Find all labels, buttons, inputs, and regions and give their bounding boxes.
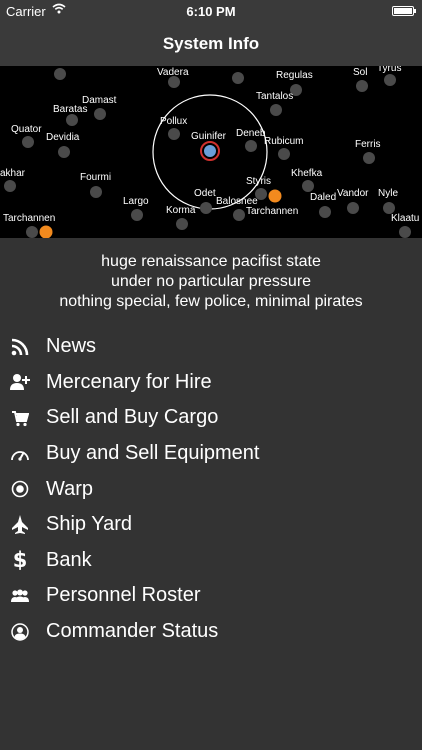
planet-dot: [200, 202, 212, 214]
menu-item-warp[interactable]: Warp: [0, 471, 422, 507]
system-label: Rubicum: [264, 136, 303, 147]
system-label: Deneb: [236, 128, 266, 139]
system-label: Ferris: [355, 139, 381, 150]
menu-item-news[interactable]: News: [0, 329, 422, 365]
system-label: Khefka: [291, 168, 323, 179]
system-label: Styris: [246, 176, 271, 187]
rss-icon: [10, 337, 30, 357]
cart-icon: [10, 408, 30, 428]
system-label: Vandor: [337, 188, 369, 199]
planet-dot: [278, 148, 290, 160]
menu-item-cargo[interactable]: Sell and Buy Cargo: [0, 400, 422, 436]
planet-dot: [94, 108, 106, 120]
system-label: Tarchannen: [246, 206, 298, 217]
menu-item-label: Buy and Sell Equipment: [46, 442, 260, 465]
battery-icon: [392, 6, 416, 16]
description-security-line: nothing special, few police, minimal pir…: [59, 293, 363, 310]
system-label: Regulas: [276, 70, 313, 81]
system-label: Daled: [310, 192, 336, 203]
system-label: Tarchannen: [3, 213, 55, 224]
planet-dot: [347, 202, 359, 214]
menu-item-label: Bank: [46, 548, 92, 571]
system-label: Klaatu: [391, 213, 419, 224]
system-label: Sol: [353, 67, 367, 78]
planet-dot: [58, 146, 70, 158]
system-label: Guinifer: [191, 131, 227, 142]
menu-item-equipment[interactable]: Buy and Sell Equipment: [0, 436, 422, 472]
planet-dot: [356, 80, 368, 92]
planet-dot: [245, 140, 257, 152]
menu-item-shipyard[interactable]: Ship Yard: [0, 507, 422, 543]
group-icon: [10, 586, 30, 606]
clock: 6:10 PM: [186, 4, 236, 19]
menu-item-label: Ship Yard: [46, 513, 132, 536]
menu-item-mercenary[interactable]: Mercenary for Hire: [0, 365, 422, 401]
dollar-icon: $: [12, 548, 28, 573]
system-label: Tantalos: [256, 91, 293, 102]
system-label: Fourmi: [80, 172, 111, 183]
system-menu: News Mercenary for Hire Sell and Buy Car…: [0, 329, 422, 649]
menu-item-label: Commander Status: [46, 620, 219, 643]
planet-dot: [131, 209, 143, 221]
system-label: Baratas: [53, 104, 87, 115]
galaxy-map[interactable]: Vadera Regulas Sol Tyrus Damast Baratas …: [0, 66, 422, 238]
menu-item-label: Personnel Roster: [46, 584, 201, 607]
planet-dot: [22, 136, 34, 148]
system-label: Largo: [123, 196, 149, 207]
planet-dot: [26, 226, 38, 238]
system-label: Odet: [194, 188, 216, 199]
planet-dot: [90, 186, 102, 198]
planet-dot: [233, 209, 245, 221]
planet-dot: [384, 74, 396, 86]
description-size-line: huge renaissance pacifist state: [101, 253, 321, 270]
menu-item-label: News: [46, 335, 97, 358]
planet-dot: [232, 72, 244, 84]
planet-dot: [66, 114, 78, 126]
planet-dot: [54, 68, 66, 80]
menu-item-bank[interactable]: $ Bank: [0, 543, 422, 579]
description-pressure-line: under no particular pressure: [110, 273, 312, 290]
planet-dot: [319, 206, 331, 218]
status-bar: Carrier 6:10 PM: [0, 0, 422, 22]
menu-item-commander[interactable]: Commander Status: [0, 614, 422, 650]
system-label: Vadera: [157, 67, 189, 78]
menu-item-label: Mercenary for Hire: [46, 370, 212, 393]
gauge-icon: [10, 444, 30, 464]
system-label: Devidia: [46, 132, 80, 143]
planet-dot: [270, 104, 282, 116]
planet-dot: [4, 180, 16, 192]
wormhole-dot[interactable]: [268, 189, 282, 203]
system-description: huge renaissance pacifist state under no…: [0, 252, 422, 312]
planet-dot: [176, 218, 188, 230]
planet-dot: [363, 152, 375, 164]
page-title: System Info: [162, 34, 260, 53]
system-label: Korma: [166, 205, 196, 216]
system-label: Pollux: [160, 116, 187, 127]
system-label: Quator: [11, 124, 42, 135]
person-icon: [10, 622, 30, 642]
menu-item-label: Sell and Buy Cargo: [46, 406, 219, 429]
planet-dot: [302, 180, 314, 192]
menu-item-label: Warp: [46, 477, 94, 500]
system-label: akhar: [0, 168, 26, 179]
wormhole-dot[interactable]: [39, 225, 53, 239]
current-system-dot[interactable]: [204, 145, 216, 157]
warp-target-icon: [10, 479, 30, 499]
planet-dot: [399, 226, 411, 238]
system-label: Tyrus: [377, 66, 401, 74]
menu-item-personnel[interactable]: Personnel Roster: [0, 578, 422, 614]
navigation-bar: System Info: [0, 22, 422, 66]
jet-icon: [10, 514, 30, 535]
add-person-icon: [10, 372, 30, 392]
planet-dot: [168, 128, 180, 140]
system-label: Nyle: [378, 188, 398, 199]
